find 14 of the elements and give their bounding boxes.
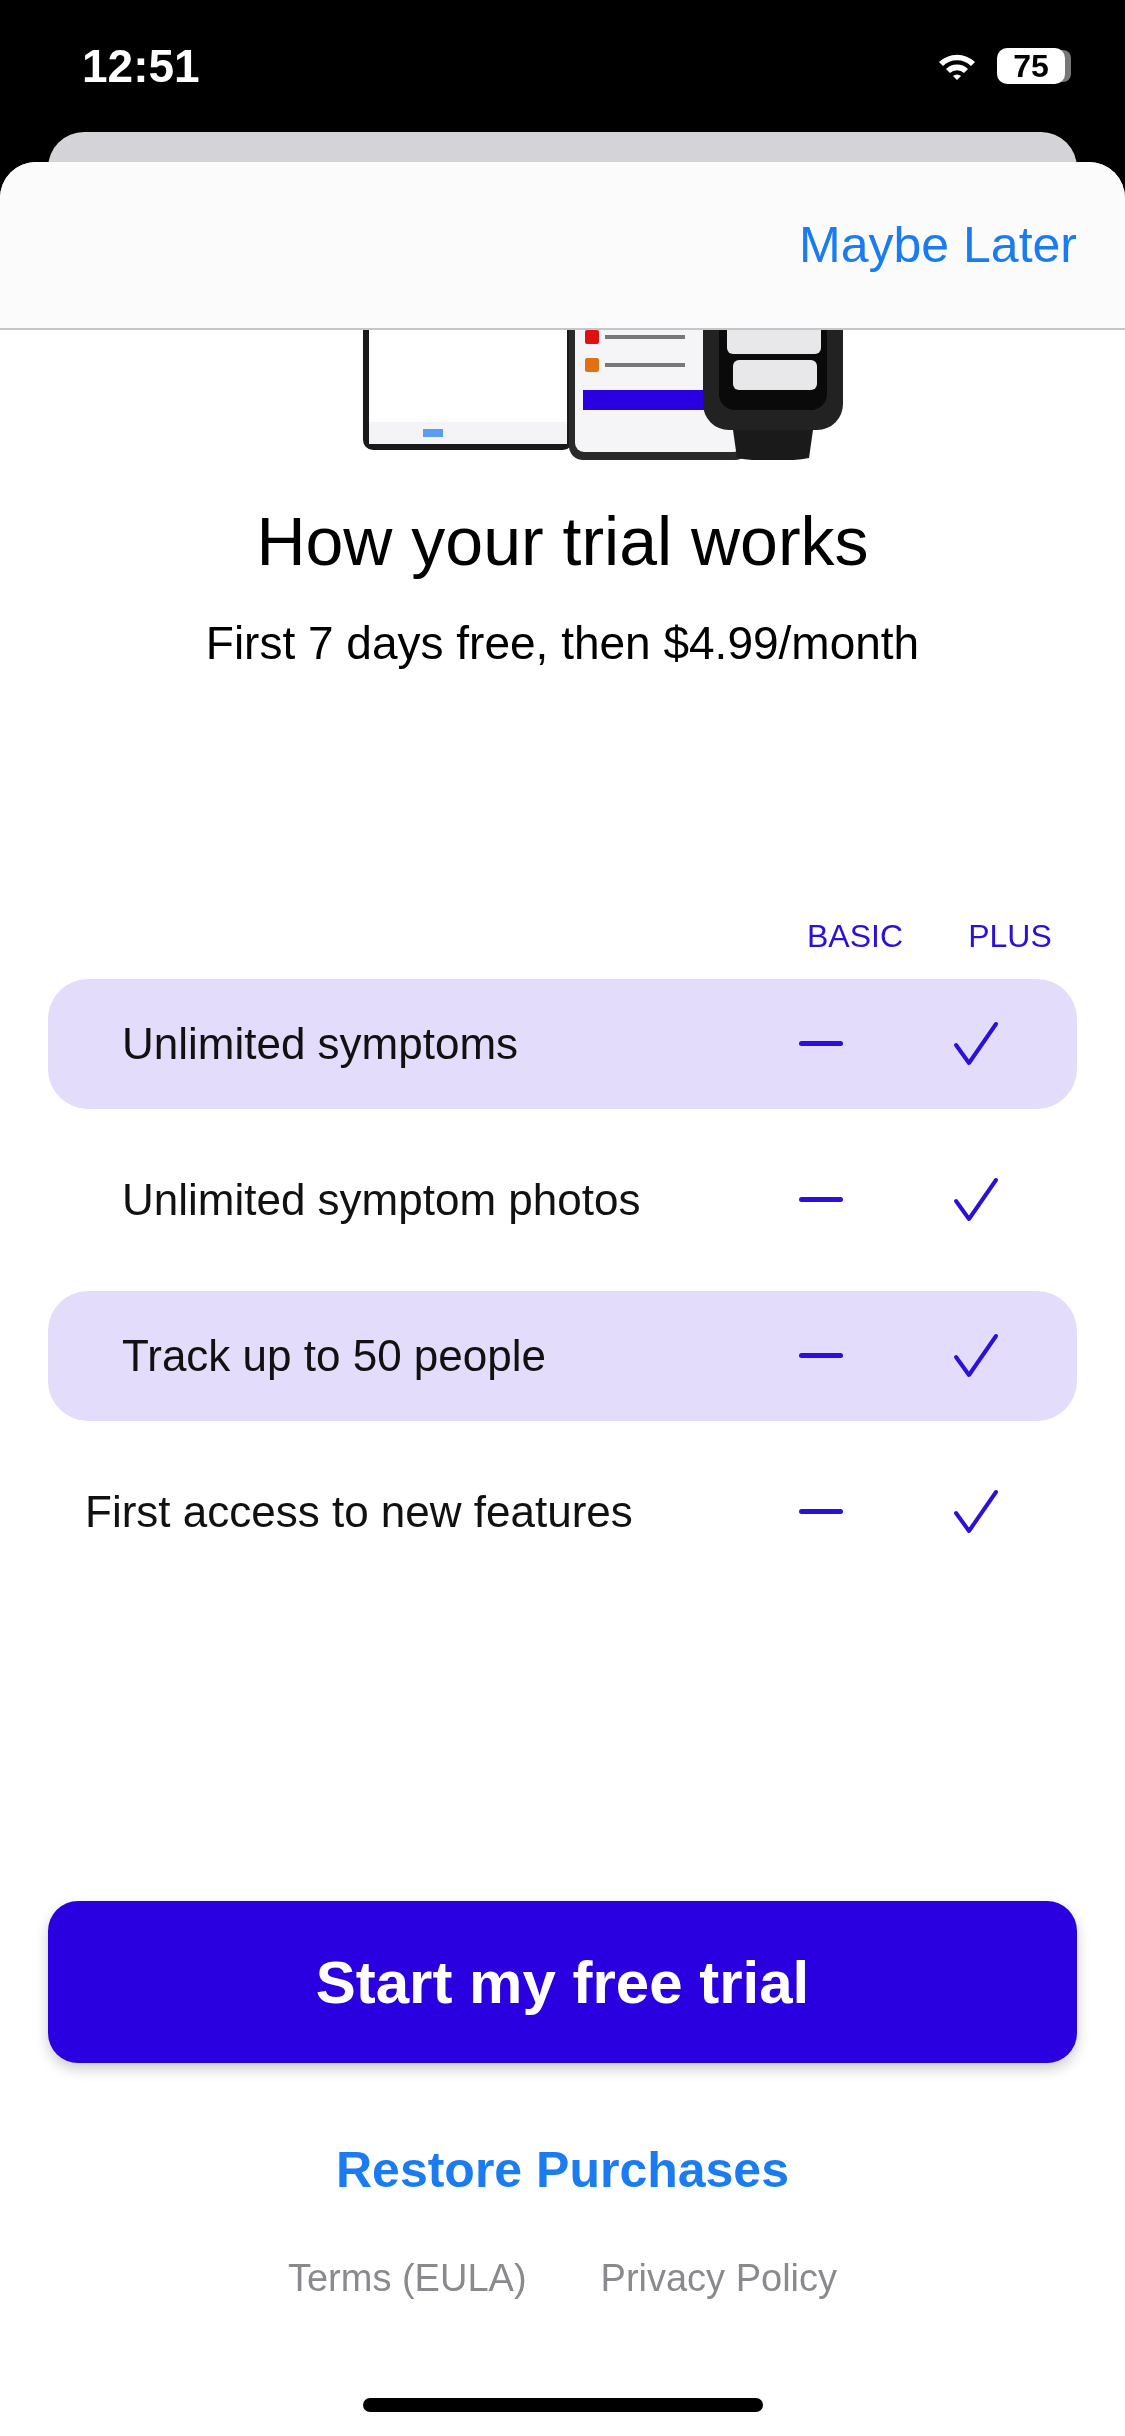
start-trial-button[interactable]: Start my free trial	[48, 1901, 1077, 2063]
page-title: How your trial works	[255, 502, 870, 580]
status-time: 12:51	[82, 39, 200, 93]
feature-label: Track up to 50 people	[122, 1331, 547, 1381]
plan-heading: BASIC	[806, 918, 904, 955]
feature-label: Unlimited symptoms	[122, 1019, 520, 1069]
plan-heading: PLUS	[967, 918, 1053, 955]
feature-label: Unlimited symptom photos	[122, 1175, 642, 1225]
maybe-later-link[interactable]: Maybe Later	[799, 216, 1077, 274]
price-subtitle: First 7 days free, then $4.99/month	[204, 616, 921, 670]
restore-purchases-link[interactable]: Restore Purchases	[336, 2141, 789, 2199]
footer-link[interactable]: Privacy Policy	[600, 2257, 838, 2300]
footer-link[interactable]: Terms (EULA)	[287, 2257, 527, 2300]
feature-label: First access to new features	[85, 1487, 634, 1537]
